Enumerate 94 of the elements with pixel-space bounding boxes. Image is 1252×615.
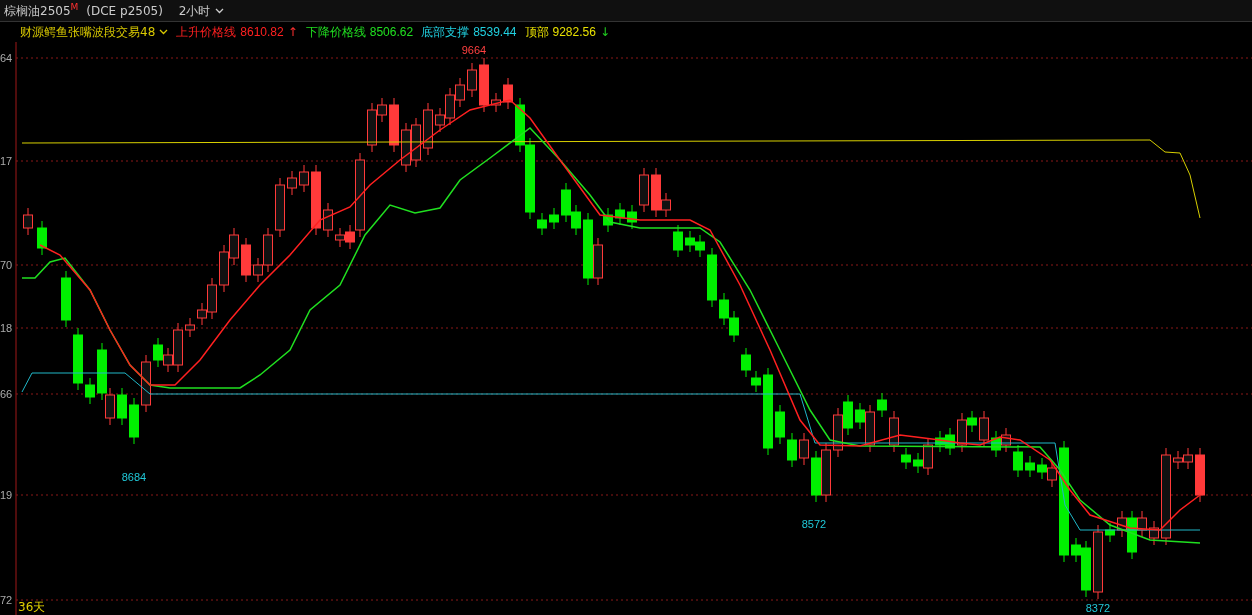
candlestick [37, 220, 47, 256]
candlestick [741, 347, 751, 378]
candlestick [1001, 427, 1011, 453]
candlestick [901, 447, 911, 470]
candlestick [311, 164, 321, 236]
axis-label: 18 [0, 322, 13, 334]
candlestick [1013, 444, 1023, 478]
candlestick [411, 117, 421, 168]
candlestick [935, 430, 945, 453]
candlestick [719, 292, 729, 326]
candlestick [1025, 455, 1035, 478]
candlestick [775, 404, 785, 445]
candlestick [229, 227, 239, 266]
bar-count-label: 36天 [18, 600, 46, 614]
candlestick [1183, 447, 1193, 470]
indicator-label: 上升价格线 [176, 24, 237, 41]
indicator-value: 8506.62 [369, 24, 414, 41]
candlestick [1149, 520, 1159, 546]
candlestick [685, 230, 695, 253]
candlestick [627, 204, 637, 230]
axis-label: 64 [0, 52, 13, 64]
price-extreme-label: 8572 [801, 518, 827, 530]
candlestick [335, 227, 345, 248]
candlestick [751, 370, 761, 393]
candlestick [1105, 522, 1115, 543]
candlestick [877, 392, 887, 418]
trend-arrow: ↑ [287, 24, 298, 41]
candlestick [23, 207, 33, 236]
axis-label: 70 [0, 259, 13, 271]
candlestick [141, 354, 151, 413]
period-dropdown[interactable]: 2小时 [178, 1, 224, 20]
candlestick [73, 327, 83, 391]
candlestick [185, 317, 195, 338]
indicator-value: 8610.82 [240, 24, 284, 41]
candlestick [299, 164, 309, 193]
candlestick [707, 247, 717, 308]
candlestick [479, 57, 489, 113]
price-extreme-label: 9664 [461, 44, 487, 56]
candlestick [455, 77, 465, 108]
candlestick [491, 92, 501, 113]
candlestick [695, 234, 705, 258]
candlestick [401, 122, 411, 173]
candlestick [889, 410, 899, 453]
candlestick [467, 62, 477, 98]
indicator-label: 底部支撑 [421, 24, 470, 41]
candlestick [117, 387, 127, 426]
candlestick [503, 77, 513, 110]
chevron-down-icon [214, 7, 224, 14]
candlestick [615, 202, 625, 226]
candlestick [153, 337, 163, 368]
axis-label: 72 [0, 594, 13, 606]
price-extreme-label: 8684 [121, 471, 147, 483]
indicator-value: 9282.56 [552, 24, 596, 41]
candlestick [537, 212, 547, 236]
indicator-dropdown[interactable]: 财源鳄鱼张嘴波段交易48 [20, 23, 169, 41]
candlestick [423, 102, 433, 156]
indicator-label: 下降价格线 [305, 24, 366, 41]
axis-label: 17 [0, 155, 13, 167]
exchange-code: (DCE p2505) [86, 2, 163, 20]
indicator-value: 8539.44 [473, 24, 517, 41]
candlestick [799, 432, 809, 466]
candlestick [991, 430, 1001, 458]
candlestick [603, 207, 613, 233]
candlestick [811, 450, 821, 503]
candlestick [945, 427, 955, 456]
axis-label: 19 [0, 489, 13, 501]
candlestick [1173, 450, 1183, 470]
candlestick [843, 394, 853, 436]
axis-label: 66 [0, 388, 13, 400]
candlestick [85, 377, 95, 405]
candlestick [787, 432, 797, 468]
indicator-label: 顶部 [524, 24, 549, 41]
candlestick [729, 310, 739, 343]
candlestick [673, 224, 683, 258]
instrument-name: 棕榈油2505$^{M}$ [4, 1, 79, 20]
candlestick [323, 202, 333, 238]
trend-arrow: ↓ [599, 24, 610, 41]
candlestick [129, 397, 139, 445]
candlestick [561, 182, 571, 223]
candlestick [219, 244, 229, 293]
candlestick [639, 167, 649, 213]
candlestick [389, 97, 399, 153]
candlestick [241, 237, 251, 283]
candlestick [1037, 457, 1047, 480]
candlestick [549, 207, 559, 230]
price-extreme-label: 8372 [1085, 602, 1111, 614]
candlestick [61, 270, 71, 328]
candlestick [275, 177, 285, 238]
candlestick [571, 204, 581, 236]
candlestick [833, 407, 843, 458]
chevron-down-icon [159, 29, 169, 35]
candlestick [287, 170, 297, 196]
candlestick [979, 410, 989, 448]
candlestick [1195, 447, 1205, 503]
